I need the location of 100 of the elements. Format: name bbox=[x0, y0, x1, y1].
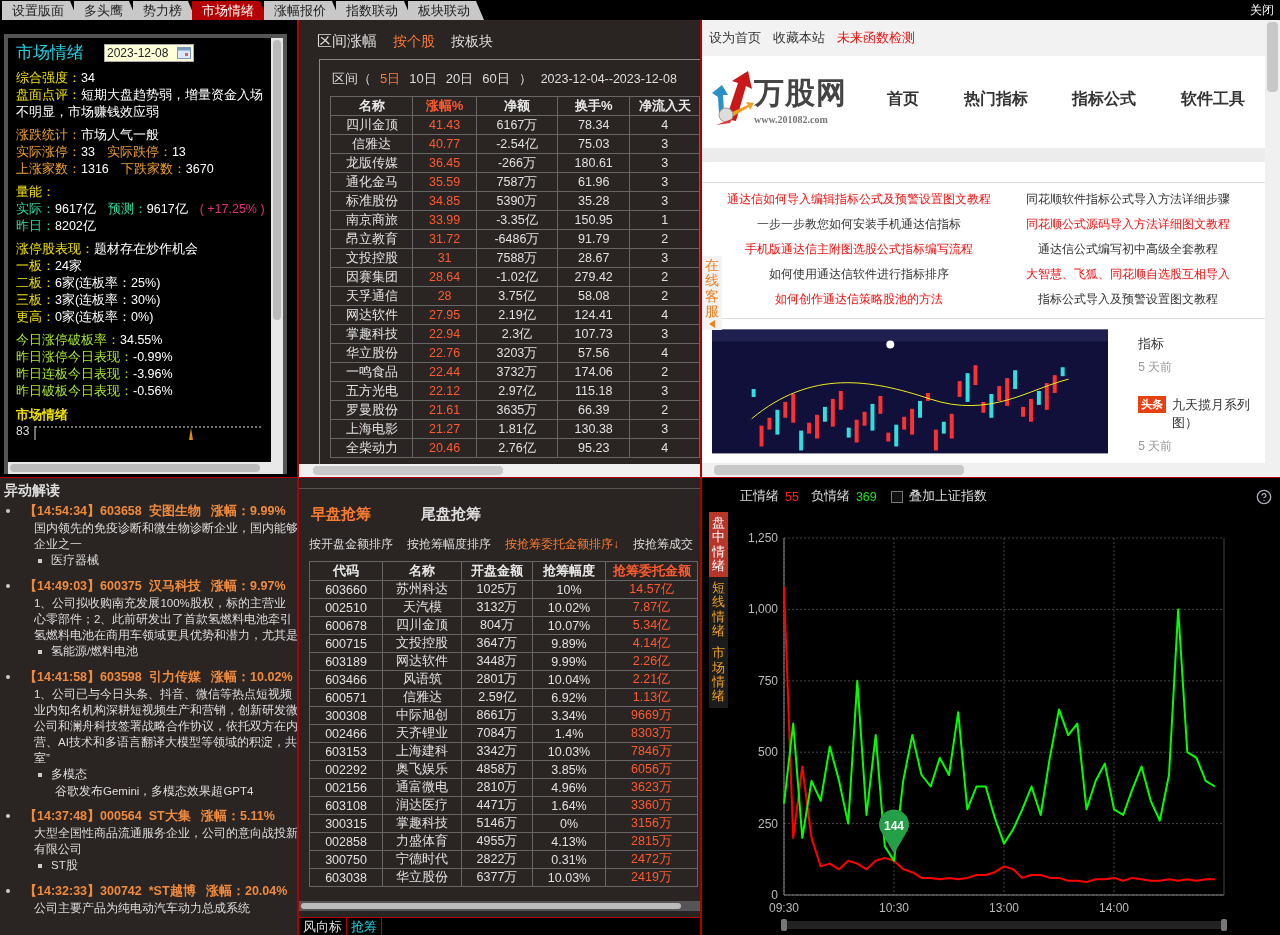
sort-option[interactable]: 按抢筹幅度排序 bbox=[407, 536, 491, 553]
table-cell: -3.35亿 bbox=[476, 210, 558, 230]
article-link[interactable]: 通达信公式编写初中高级全套教程 bbox=[993, 241, 1263, 258]
stat-line: 涨停股表现：题材存在炒作机会 bbox=[16, 241, 199, 258]
range-slider[interactable] bbox=[781, 919, 1227, 931]
mode-tab[interactable]: 按板块 bbox=[451, 32, 493, 51]
nav-link[interactable]: 热门指标 bbox=[963, 88, 1028, 110]
table-cell: 300750 bbox=[309, 850, 383, 869]
table-cell: 五方光电 bbox=[330, 381, 413, 401]
scrollbar[interactable] bbox=[702, 463, 1280, 477]
column-header[interactable]: 净额 bbox=[476, 96, 558, 116]
table-cell: 4858万 bbox=[461, 760, 533, 779]
column-header[interactable]: 涨幅% bbox=[412, 96, 477, 116]
stat-line: 上涨家数：1316 下跌家数：3670 bbox=[16, 161, 215, 178]
table-cell: 苏州科达 bbox=[382, 580, 462, 599]
column-header[interactable]: 净流入天 bbox=[629, 96, 700, 116]
article-link[interactable]: 大智慧、飞狐、同花顺自选股互相导入 bbox=[993, 266, 1263, 283]
link[interactable]: 收藏本站 bbox=[773, 29, 825, 47]
article-link[interactable]: 通达信如何导入编辑指标公式及预警设置图文教程 bbox=[724, 191, 994, 208]
article-link[interactable]: 同花顺软件指标公式导入方法详细步骤 bbox=[993, 191, 1263, 208]
stat-line: 三板：3家(连板率：30%) bbox=[16, 292, 162, 309]
table-cell: 4.13% bbox=[532, 832, 606, 851]
table-cell: 91.79 bbox=[557, 229, 630, 249]
column-header[interactable]: 开盘金额 bbox=[461, 561, 533, 581]
article-link[interactable]: 指标公式导入及预警设置图文教程 bbox=[993, 291, 1263, 308]
panel-title: 区间涨幅 bbox=[317, 32, 377, 51]
table-cell: 31 bbox=[412, 248, 477, 268]
column-header[interactable]: 名称 bbox=[330, 96, 413, 116]
column-header[interactable]: 抢筹幅度 bbox=[532, 561, 606, 581]
table-cell: -266万 bbox=[476, 153, 558, 173]
alert-header[interactable]: 【14:41:58】603598 引力传媒 涨幅：10.02% bbox=[24, 668, 293, 686]
calendar-icon[interactable] bbox=[177, 46, 191, 59]
table-cell: 3132万 bbox=[461, 598, 533, 617]
article-link[interactable]: 如何使用通达信软件进行指标排序 bbox=[724, 266, 994, 283]
sort-option[interactable]: 按抢筹委托金额排序↓ bbox=[505, 536, 619, 553]
link[interactable]: 设为首页 bbox=[709, 29, 761, 47]
alert-header[interactable]: 【14:37:48】000564 ST大集 涨幅：5.11% bbox=[24, 807, 275, 825]
feed-title[interactable]: 指标 bbox=[1138, 335, 1165, 353]
nav-link[interactable]: 首页 bbox=[887, 88, 919, 110]
session-tab[interactable]: 早盘抢筹 bbox=[311, 505, 371, 524]
nav-link[interactable]: 指标公式 bbox=[1072, 88, 1137, 110]
checkbox-label[interactable]: 叠加上证指数 bbox=[908, 488, 987, 505]
period-tab[interactable]: 10日 bbox=[409, 70, 437, 88]
bottom-tab[interactable]: 风向标 bbox=[299, 918, 347, 935]
date-field[interactable]: 2023-12-08 bbox=[104, 43, 194, 62]
alert-header[interactable]: 【14:49:03】600375 汉马科技 涨幅：9.97% bbox=[24, 577, 286, 595]
column-header[interactable]: 换手% bbox=[557, 96, 630, 116]
concept-tag: 氢能源/燃料电池 bbox=[51, 643, 139, 660]
table-cell: 279.42 bbox=[557, 267, 630, 287]
mode-tab[interactable]: 按个股 bbox=[393, 32, 435, 51]
tab[interactable]: 板块联动 bbox=[408, 1, 484, 20]
table-cell: 002292 bbox=[309, 760, 383, 779]
stat-value: 369 bbox=[855, 489, 877, 504]
sort-option[interactable]: 按抢筹成交 bbox=[633, 536, 693, 553]
period-tab[interactable]: 60日 bbox=[482, 70, 510, 88]
sort-option[interactable]: 按开盘金额排序 bbox=[309, 536, 393, 553]
scrollbar[interactable] bbox=[271, 38, 283, 462]
table-cell: 上海建科 bbox=[382, 742, 462, 761]
scrollbar[interactable] bbox=[299, 901, 700, 911]
table-cell: 华立股份 bbox=[330, 343, 413, 363]
alert-header[interactable]: 【14:54:34】603658 安图生物 涨幅：9.99% bbox=[24, 502, 286, 520]
table-cell: 4955万 bbox=[461, 832, 533, 851]
table-cell: 4.14亿 bbox=[605, 634, 698, 653]
article-link[interactable]: 手机版通达信主附图选股公式指标编写流程 bbox=[724, 241, 994, 258]
feed-time: 5 天前 bbox=[1138, 359, 1174, 376]
column-header[interactable]: 名称 bbox=[382, 561, 462, 581]
view-tab[interactable]: 盘中情绪 bbox=[709, 512, 728, 578]
stat-line: 一板：24家 bbox=[16, 258, 83, 275]
scrollbar[interactable] bbox=[8, 462, 283, 474]
table-cell: 95.23 bbox=[557, 438, 630, 458]
article-link[interactable]: 同花顺公式源码导入方法详细图文教程 bbox=[993, 216, 1263, 233]
view-tab[interactable]: 市场情绪 bbox=[709, 642, 728, 708]
session-tab[interactable]: 尾盘抢筹 bbox=[421, 505, 481, 524]
column-header[interactable]: 代码 bbox=[309, 561, 383, 581]
stat-line: 更高：0家(连板率：0%) bbox=[16, 309, 155, 326]
help-icon[interactable] bbox=[1256, 488, 1272, 505]
site-logo[interactable]: 万股网 bbox=[754, 73, 847, 114]
alert-text: 企业之一 bbox=[33, 537, 83, 552]
article-link[interactable]: 一步一步教您如何安装手机通达信指标 bbox=[724, 216, 994, 233]
bottom-tab[interactable]: 抢筹 bbox=[347, 918, 382, 935]
alert-text: 氢燃料电池在商用车领域更具优势和潜力，尤其是 bbox=[33, 628, 297, 643]
alert-header[interactable]: 【14:32:33】300742 *ST越博 涨幅：20.04% bbox=[24, 882, 288, 900]
feed-time: 5 天前 bbox=[1138, 438, 1174, 455]
view-tab[interactable]: 短线情绪 bbox=[709, 577, 728, 643]
scrollbar[interactable] bbox=[299, 464, 700, 477]
table-cell: -6486万 bbox=[476, 229, 558, 249]
scrollbar[interactable] bbox=[1265, 20, 1280, 463]
column-header[interactable]: 抢筹委托金额 bbox=[605, 561, 698, 581]
article-link[interactable]: 如何创作通达信策略股池的方法 bbox=[724, 291, 994, 308]
table-cell: 150.95 bbox=[557, 210, 630, 230]
nav-link[interactable]: 软件工具 bbox=[1180, 88, 1245, 110]
bullet-icon bbox=[6, 814, 10, 818]
close-button[interactable]: 关闭 bbox=[1244, 1, 1280, 20]
table-cell: 28 bbox=[412, 286, 477, 306]
period-tab[interactable]: 20日 bbox=[445, 70, 474, 88]
checkbox[interactable] bbox=[890, 490, 903, 503]
feed-title[interactable]: 九天揽月系列图） bbox=[1172, 396, 1265, 432]
link[interactable]: 未来函数检测 bbox=[837, 29, 915, 47]
period-tab[interactable]: 5日 bbox=[380, 70, 401, 88]
table-cell: 115.18 bbox=[557, 381, 630, 401]
